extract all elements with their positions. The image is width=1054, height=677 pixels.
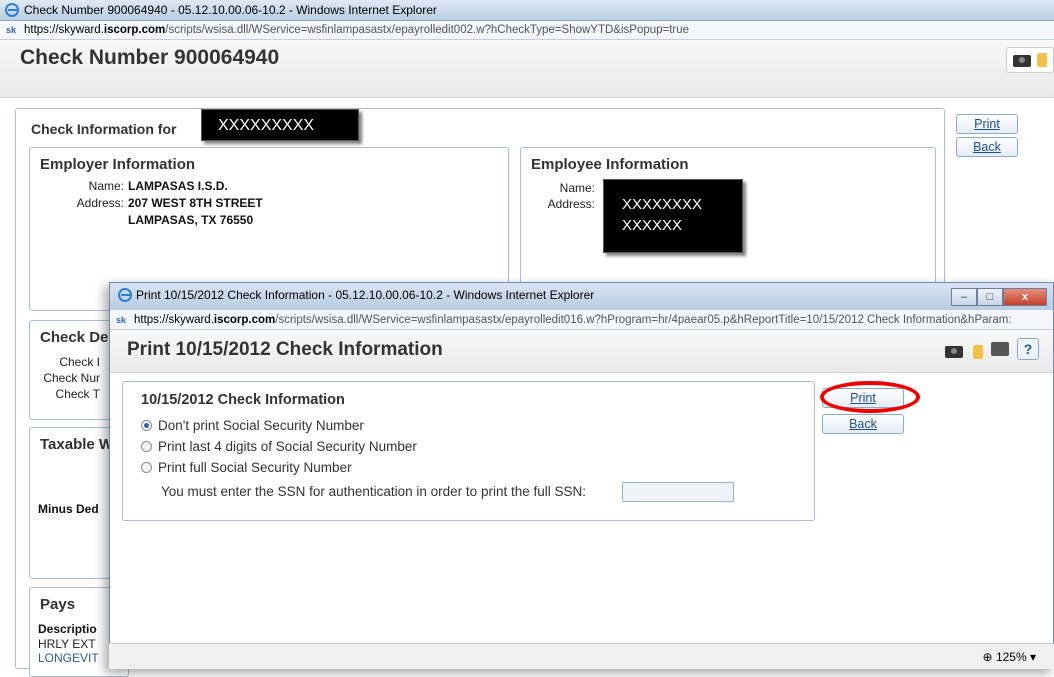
employer-address-line2: LAMPASAS, TX 76550 (128, 213, 254, 227)
ie-logo-icon (118, 288, 132, 302)
radio-label: Don't print Social Security Number (158, 418, 364, 433)
popup-title-bar: Print 10/15/2012 Check Information - 05.… (110, 283, 1053, 310)
print-button[interactable]: Print (956, 114, 1018, 134)
employer-name: LAMPASAS I.S.D. (128, 179, 228, 193)
popup-heading: Print 10/15/2012 Check Information (127, 339, 443, 360)
print-popup-window: Print 10/15/2012 Check Information - 05.… (109, 282, 1054, 669)
radio-label: Print last 4 digits of Social Security N… (158, 439, 417, 454)
camera-icon[interactable] (945, 346, 963, 358)
url-path: /scripts/wsisa.dll/WService=wsfinlampasa… (165, 24, 690, 36)
browser-title-bar: Check Number 900064940 - 05.12.10.00.06-… (0, 0, 1054, 21)
maximize-icon[interactable]: □ (977, 288, 1003, 306)
redacted-name: XXXXXXXXX (201, 109, 359, 141)
popup-back-button[interactable]: Back (822, 414, 904, 434)
printer-icon[interactable] (991, 342, 1009, 356)
employer-name-label: Name: (88, 179, 124, 193)
back-button[interactable]: Back (956, 137, 1018, 157)
redacted-employee-line1: XXXXXXXX (622, 196, 703, 213)
camera-icon[interactable] (1013, 55, 1031, 67)
taxable-heading: Taxable W (40, 436, 114, 453)
page-title: Check Number 900064940 (20, 46, 280, 69)
zoom-value: 125% (995, 650, 1027, 664)
redacted-employee: XXXXXXXX XXXXXX (603, 179, 743, 253)
radio-icon[interactable] (141, 462, 152, 473)
help-bulb-icon[interactable] (973, 345, 983, 359)
popup-title: Print 10/15/2012 Check Information - 05.… (136, 288, 595, 302)
radio-selected-icon[interactable] (141, 420, 152, 431)
popup-header: Print 10/15/2012 Check Information ? (110, 330, 1053, 373)
employer-address-line1: 207 WEST 8TH STREET (128, 196, 263, 210)
ssn-options-box: 10/15/2012 Check Information Don't print… (122, 381, 815, 521)
url-domain: iscorp.com (103, 24, 166, 36)
section-title: 10/15/2012 Check Information (141, 392, 345, 408)
check-details-heading: Check De (40, 329, 109, 346)
help-bulb-icon[interactable] (1037, 53, 1047, 67)
popup-url-path: /scripts/wsisa.dll/WService=wsfinlampasa… (275, 314, 1012, 326)
close-icon[interactable]: x (1003, 288, 1047, 306)
address-bar[interactable]: sk https://skyward.iscorp.com/scripts/ws… (0, 21, 1054, 40)
radio-last4-ssn[interactable]: Print last 4 digits of Social Security N… (141, 439, 417, 454)
help-button[interactable]: ? (1017, 338, 1039, 360)
highlight-circle (820, 381, 920, 413)
check-info-label: Check Information for (31, 121, 177, 137)
popup-url-prefix: https://skyward. (134, 314, 214, 326)
check-date-label: Check I (59, 355, 100, 369)
skyward-favicon-icon: sk (116, 315, 127, 325)
radio-label: Print full Social Security Number (158, 460, 352, 475)
employee-heading: Employee Information (531, 156, 689, 173)
popup-status-bar: ⊕ 125% ▾ (109, 643, 1054, 669)
employer-address-label: Address: (76, 196, 124, 210)
employee-name-label: Name: (559, 181, 595, 195)
page-header: Check Number 900064940 (0, 40, 1054, 98)
minimize-icon[interactable]: – (951, 288, 977, 306)
ssn-prompt: You must enter the SSN for authenticatio… (161, 484, 586, 499)
ie-logo-icon (5, 3, 19, 17)
radio-full-ssn[interactable]: Print full Social Security Number (141, 460, 352, 475)
page-toolbar (1006, 47, 1054, 73)
redacted-employee-line2: XXXXXX (622, 217, 683, 234)
url-prefix: https://skyward. (24, 24, 104, 36)
popup-address-bar[interactable]: sk https://skyward.iscorp.com/scripts/ws… (110, 310, 1053, 330)
popup-url-domain: iscorp.com (213, 314, 276, 326)
skyward-favicon-icon: sk (6, 25, 17, 35)
employer-heading: Employer Information (40, 156, 196, 173)
pays-description-header: Descriptio (38, 622, 97, 636)
pays-row: HRLY EXT (38, 637, 96, 651)
zoom-level[interactable]: ⊕ 125% ▾ (983, 644, 1036, 670)
radio-no-ssn[interactable]: Don't print Social Security Number (141, 418, 364, 433)
employee-address-label: Address: (547, 197, 595, 211)
popup-toolbar: ? (937, 338, 1039, 364)
ssn-input[interactable] (622, 482, 734, 502)
radio-icon[interactable] (141, 441, 152, 452)
check-type-label: Check T (55, 387, 100, 401)
browser-title: Check Number 900064940 - 05.12.10.00.06-… (24, 3, 437, 17)
window-controls: – □ x (951, 284, 1047, 306)
check-number-label: Check Nur (43, 371, 100, 385)
pays-row[interactable]: LONGEVIT (38, 651, 99, 665)
minus-deductions-label: Minus Ded (38, 502, 99, 516)
pays-heading: Pays (40, 596, 76, 613)
